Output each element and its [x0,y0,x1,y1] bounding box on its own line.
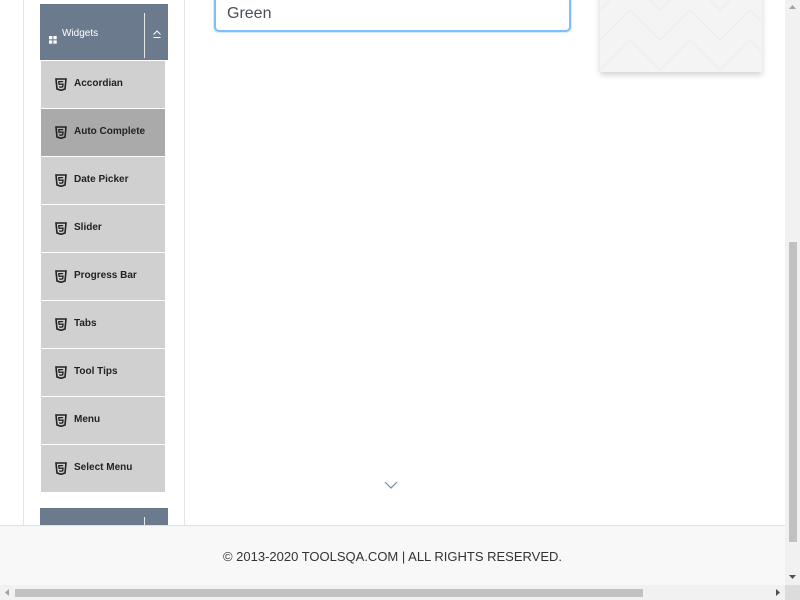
sidebar-item-menu[interactable]: Menu [41,396,165,444]
sidebar-item-tabs[interactable]: Tabs [41,300,165,348]
autocomplete-value: Green [227,5,272,22]
vertical-scroll-thumb[interactable] [789,242,797,542]
sidebar-item-label: Tool Tips [74,366,118,377]
sidebar-item-tool-tips[interactable]: Tool Tips [41,348,165,396]
scroll-left-arrow-icon[interactable] [3,588,12,597]
ad-banner[interactable] [600,0,762,72]
html5-icon [55,174,67,188]
sidebar-item-label: Slider [74,222,102,233]
footer-copyright: © 2013-2020 TOOLSQA.COM | ALL RIGHTS RES… [222,549,563,564]
scroll-up-arrow-icon[interactable] [788,3,797,12]
page-viewport: Widgets Accordian Auto Complete Date Pic… [0,0,785,585]
grid-icon [49,31,57,44]
sidebar-item-select-menu[interactable]: Select Menu [41,444,165,492]
vertical-scrollbar[interactable] [785,0,800,585]
widgets-menu-list: Accordian Auto Complete Date Picker Slid… [41,60,165,492]
sidebar-item-label: Tabs [74,318,97,329]
sidebar-item-label: Auto Complete [74,126,146,137]
collapse-up-icon[interactable] [148,24,166,44]
widgets-group-title: Widgets [62,28,99,39]
sidebar-divider [184,0,185,525]
html5-icon [55,270,67,284]
scrollbar-corner [785,585,800,600]
left-divider [23,0,24,525]
horizontal-scroll-thumb[interactable] [15,589,643,597]
html5-icon [55,462,67,476]
ad-pattern [600,0,762,71]
html5-icon [55,318,67,332]
sidebar-item-label: Menu [74,414,101,425]
sidebar-item-progress-bar[interactable]: Progress Bar [41,252,165,300]
sidebar-item-label: Date Picker [74,174,129,185]
header-separator [144,13,145,58]
sidebar-item-label: Progress Bar [74,270,137,281]
html5-icon [55,414,67,428]
autocomplete-input[interactable]: Green [214,0,571,32]
html5-icon [55,222,67,236]
sidebar-item-accordian[interactable]: Accordian [41,60,165,108]
chevron-down-icon [383,478,399,490]
html5-icon [55,126,67,140]
horizontal-scrollbar[interactable] [0,585,785,600]
sidebar-item-auto-complete[interactable]: Auto Complete [41,108,165,156]
html5-icon [55,366,67,380]
sidebar-item-slider[interactable]: Slider [41,204,165,252]
sidebar-item-date-picker[interactable]: Date Picker [41,156,165,204]
html5-icon [55,78,67,92]
widgets-group-header[interactable]: Widgets [40,4,168,60]
page-footer: © 2013-2020 TOOLSQA.COM | ALL RIGHTS RES… [0,525,785,585]
sidebar-item-label: Accordian [74,78,123,89]
scroll-down-arrow-icon[interactable] [788,572,797,581]
sidebar-item-label: Select Menu [74,462,133,473]
scroll-right-arrow-icon[interactable] [773,588,782,597]
